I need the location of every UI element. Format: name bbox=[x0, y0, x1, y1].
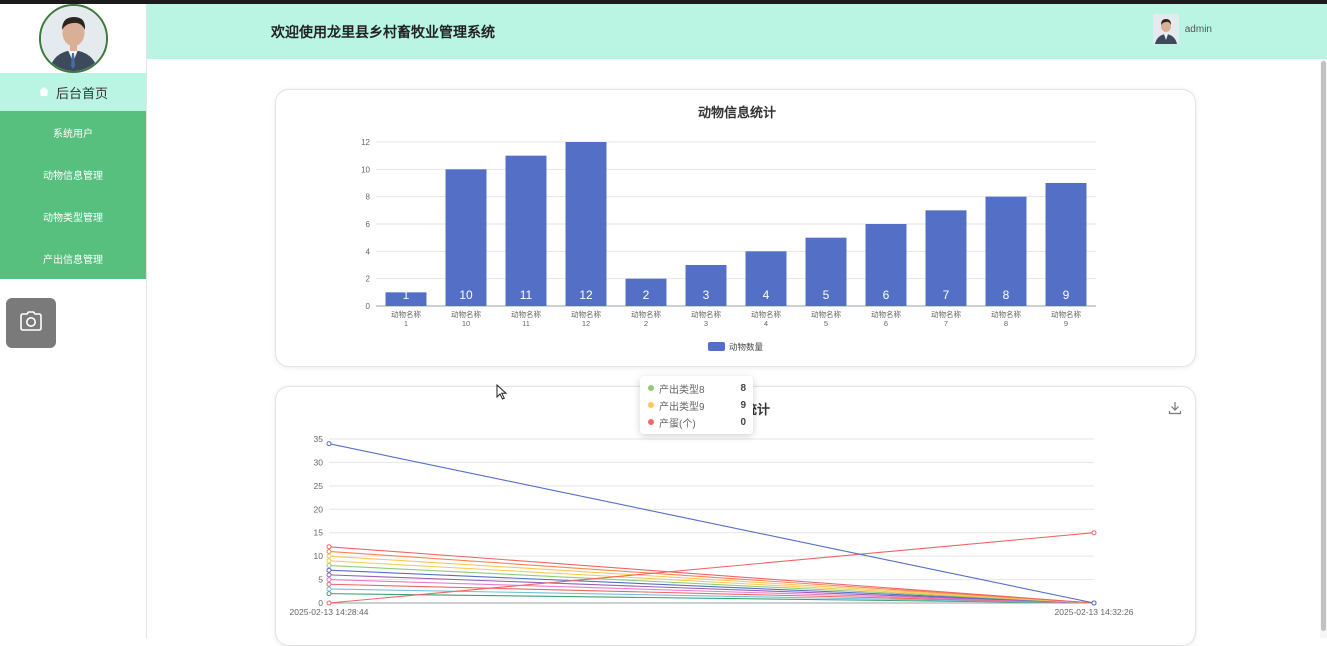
bar-chart-title: 动物信息统计 bbox=[698, 105, 777, 120]
avatar[interactable] bbox=[38, 4, 108, 73]
animal-stats-card bbox=[275, 89, 1196, 367]
camera-icon bbox=[20, 310, 42, 336]
tooltip-series-name: 产蛋(个) bbox=[659, 418, 696, 430]
scrollbar-thumb[interactable] bbox=[1321, 61, 1326, 631]
sidebar-item-animal-info[interactable]: 动物信息管理 bbox=[0, 153, 146, 195]
sidebar-menu: 系统用户 动物信息管理 动物类型管理 产出信息管理 bbox=[0, 111, 146, 279]
page-title: 欢迎使用龙里县乡村畜牧业管理系统 bbox=[271, 24, 495, 40]
page-scrollbar[interactable] bbox=[1320, 59, 1327, 638]
sidebar-item-label: 动物信息管理 bbox=[43, 170, 103, 182]
sidebar-item-label: 产出信息管理 bbox=[43, 254, 103, 266]
avatar-area bbox=[0, 4, 146, 73]
mouse-cursor-icon bbox=[496, 383, 508, 405]
camera-button[interactable] bbox=[6, 298, 56, 348]
user-menu[interactable]: admin bbox=[1152, 14, 1212, 44]
series-color-dot bbox=[648, 385, 654, 391]
sidebar-item-label: 系统用户 bbox=[53, 128, 93, 140]
username: admin bbox=[1184, 23, 1212, 35]
sidebar-item-label: 动物类型管理 bbox=[43, 212, 103, 224]
series-color-dot bbox=[648, 419, 654, 425]
home-icon bbox=[38, 85, 50, 100]
tooltip-series-name: 产出类型9 bbox=[659, 401, 705, 413]
sidebar-item-output-info[interactable]: 产出信息管理 bbox=[0, 237, 146, 279]
chart-tooltip: 产出类型8 8 产出类型9 9 产蛋(个) 0 bbox=[640, 376, 753, 434]
tooltip-row: 产蛋(个) 0 bbox=[648, 414, 746, 430]
tooltip-series-value: 9 bbox=[740, 399, 746, 411]
header: 欢迎使用龙里县乡村畜牧业管理系统 admin bbox=[147, 4, 1327, 59]
tooltip-series-value: 0 bbox=[740, 416, 746, 428]
user-avatar[interactable] bbox=[1152, 14, 1179, 44]
sidebar-item-home[interactable]: 后台首页 bbox=[0, 73, 146, 111]
tooltip-series-value: 8 bbox=[740, 382, 746, 394]
tooltip-series-name: 产出类型8 bbox=[659, 384, 705, 396]
tooltip-row: 产出类型8 8 bbox=[648, 380, 746, 396]
sidebar-item-animal-types[interactable]: 动物类型管理 bbox=[0, 195, 146, 237]
tooltip-row: 产出类型9 9 bbox=[648, 397, 746, 413]
sidebar-item-system-users[interactable]: 系统用户 bbox=[0, 111, 146, 153]
download-icon[interactable] bbox=[1168, 401, 1182, 420]
series-color-dot bbox=[648, 402, 654, 408]
sidebar-item-label: 后台首页 bbox=[55, 85, 108, 101]
